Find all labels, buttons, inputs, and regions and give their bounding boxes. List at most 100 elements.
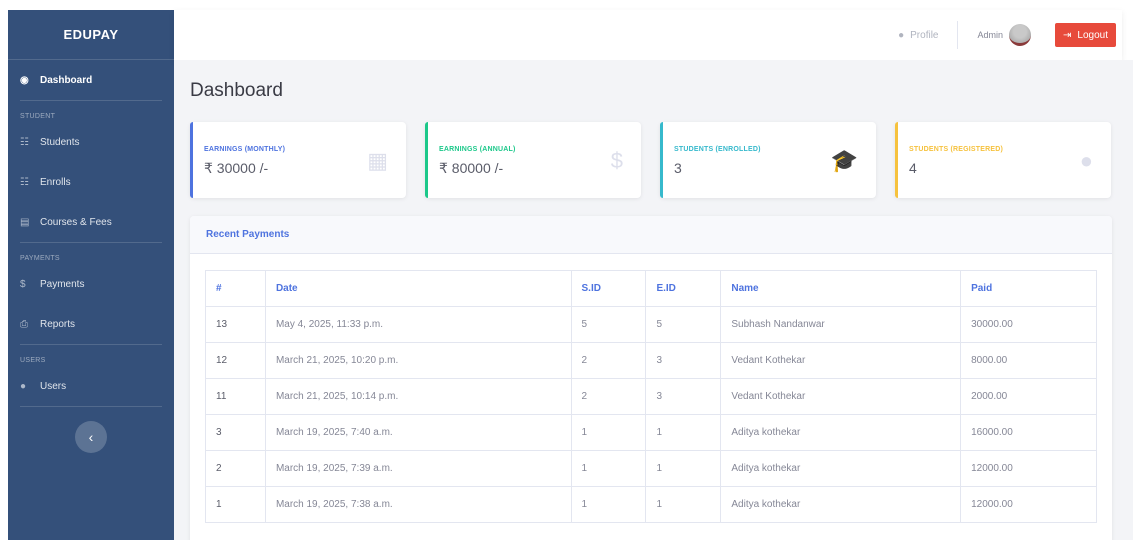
dollar-icon: $ [610,148,623,173]
table-icon: ☷ [20,176,29,188]
profile-label: Profile [910,29,939,41]
card-value: 3 [674,160,682,176]
table-row: 13 May 4, 2025, 11:33 p.m. 5 5 Subhash N… [205,306,1097,343]
panel-title: Recent Payments [190,216,1112,254]
column-header: Date [264,270,572,307]
admin-label: Admin [977,30,1004,40]
avatar [1009,24,1032,46]
profile-link[interactable]: ● Profile [898,21,958,49]
card-accent [895,122,898,198]
table-row: 1 March 19, 2025, 7:38 a.m. 1 1 Aditya k… [205,486,1097,523]
sidebar-item-label: Courses & Fees [40,216,112,228]
sidebar-item-users[interactable]: ● Users [8,366,174,406]
sidebar-heading-student: STUDENT [20,113,56,120]
user-icon: ● [1079,148,1093,173]
table-row: 11 March 21, 2025, 10:14 p.m. 2 3 Vedant… [205,378,1097,415]
cell-name: Aditya kothekar [720,414,962,451]
table-row: 2 March 19, 2025, 7:39 a.m. 1 1 Aditya k… [205,450,1097,487]
cell-date: March 21, 2025, 10:20 p.m. [264,342,572,379]
table-row: 12 March 21, 2025, 10:20 p.m. 2 3 Vedant… [205,342,1097,379]
cell-date: March 19, 2025, 7:39 a.m. [264,450,572,487]
cell-paid: 30000.00 [960,306,1097,343]
brand-logo[interactable]: EDUPAY [8,10,174,60]
cell-eid: 1 [645,486,722,523]
cell-sid: 5 [570,306,647,343]
table-icon: ☷ [20,136,29,148]
cell-name: Subhash Nandanwar [720,306,962,343]
card-label: EARNINGS (ANNUAL) [439,146,516,153]
cell-eid: 3 [645,378,722,415]
card-earnings-annual: EARNINGS (ANNUAL) ₹ 80000 /- $ [425,122,641,198]
sidebar: EDUPAY ◉ Dashboard STUDENT ☷ Students ☷ … [8,10,174,540]
cell-paid: 16000.00 [960,414,1097,451]
page-title: Dashboard [190,80,283,101]
sidebar-item-label: Users [40,380,67,392]
cell-name: Vedant Kothekar [720,342,962,379]
card-value: 4 [909,160,917,176]
calendar-icon: ▦ [367,148,388,173]
card-label: STUDENTS (REGISTERED) [909,146,1004,153]
cell-name: Vedant Kothekar [720,378,962,415]
cell-eid: 1 [645,414,722,451]
cell-paid: 12000.00 [960,486,1097,523]
card-accent [190,122,193,198]
admin-menu[interactable]: Admin [978,24,1032,46]
column-header: Name [720,270,962,307]
cell-date: March 21, 2025, 10:14 p.m. [264,378,572,415]
graduation-cap-icon: 🎓 [830,148,858,173]
user-icon: ● [20,380,27,392]
dashboard-icon: ◉ [20,74,29,86]
cell-paid: 12000.00 [960,450,1097,487]
cell-sid: 2 [570,378,647,415]
column-header: Paid [960,270,1097,307]
main-content: Dashboard EARNINGS (MONTHLY) ₹ 30000 /- … [174,60,1133,540]
cell-sid: 1 [570,414,647,451]
sidebar-item-label: Enrolls [40,176,71,188]
logout-icon: ⇥ [1063,29,1072,41]
recent-payments-panel: Recent Payments # Date S.ID E.ID Name Pa… [190,216,1112,540]
sidebar-item-courses-fees[interactable]: ▤ Courses & Fees [8,202,174,242]
sidebar-toggle-button[interactable]: ‹ [75,421,107,453]
cell-id: 11 [205,378,266,415]
card-accent [425,122,428,198]
cell-eid: 1 [645,450,722,487]
dollar-icon: $ [20,278,26,290]
card-students-registered: STUDENTS (REGISTERED) 4 ● [895,122,1111,198]
cell-sid: 2 [570,342,647,379]
sidebar-item-label: Students [40,136,80,148]
divider [20,406,162,407]
sidebar-item-payments[interactable]: $ Payments [8,264,174,304]
card-value: ₹ 30000 /- [204,160,269,176]
card-label: STUDENTS (ENROLLED) [674,146,761,153]
cell-eid: 3 [645,342,722,379]
card-value: ₹ 80000 /- [439,160,504,176]
card-accent [660,122,663,198]
logout-label: Logout [1077,29,1108,41]
cell-sid: 1 [570,450,647,487]
cell-name: Aditya kothekar [720,450,962,487]
sidebar-item-label: Dashboard [40,74,93,86]
sidebar-item-label: Reports [40,318,76,330]
card-label: EARNINGS (MONTHLY) [204,146,286,153]
column-header: E.ID [645,270,722,307]
sidebar-item-students[interactable]: ☷ Students [8,122,174,162]
sidebar-heading-users: USERS [20,357,46,364]
sidebar-item-reports[interactable]: ⎙ Reports [8,304,174,344]
chevron-left-icon: ‹ [88,429,94,445]
print-icon: ⎙ [20,318,28,330]
sidebar-item-dashboard[interactable]: ◉ Dashboard [8,60,174,100]
book-icon: ▤ [20,216,30,228]
column-header: # [205,270,266,307]
cell-eid: 5 [645,306,722,343]
sidebar-heading-payments: PAYMENTS [20,255,60,262]
column-header: S.ID [570,270,647,307]
cell-id: 3 [205,414,266,451]
cell-paid: 8000.00 [960,342,1097,379]
cell-id: 1 [205,486,266,523]
cell-date: May 4, 2025, 11:33 p.m. [264,306,572,343]
sidebar-item-enrolls[interactable]: ☷ Enrolls [8,162,174,202]
logout-button[interactable]: ⇥ Logout [1055,23,1116,47]
payments-table: # Date S.ID E.ID Name Paid 13 May 4, 202… [205,270,1097,523]
sidebar-item-label: Payments [40,278,85,290]
card-students-enrolled: STUDENTS (ENROLLED) 3 🎓 [660,122,876,198]
